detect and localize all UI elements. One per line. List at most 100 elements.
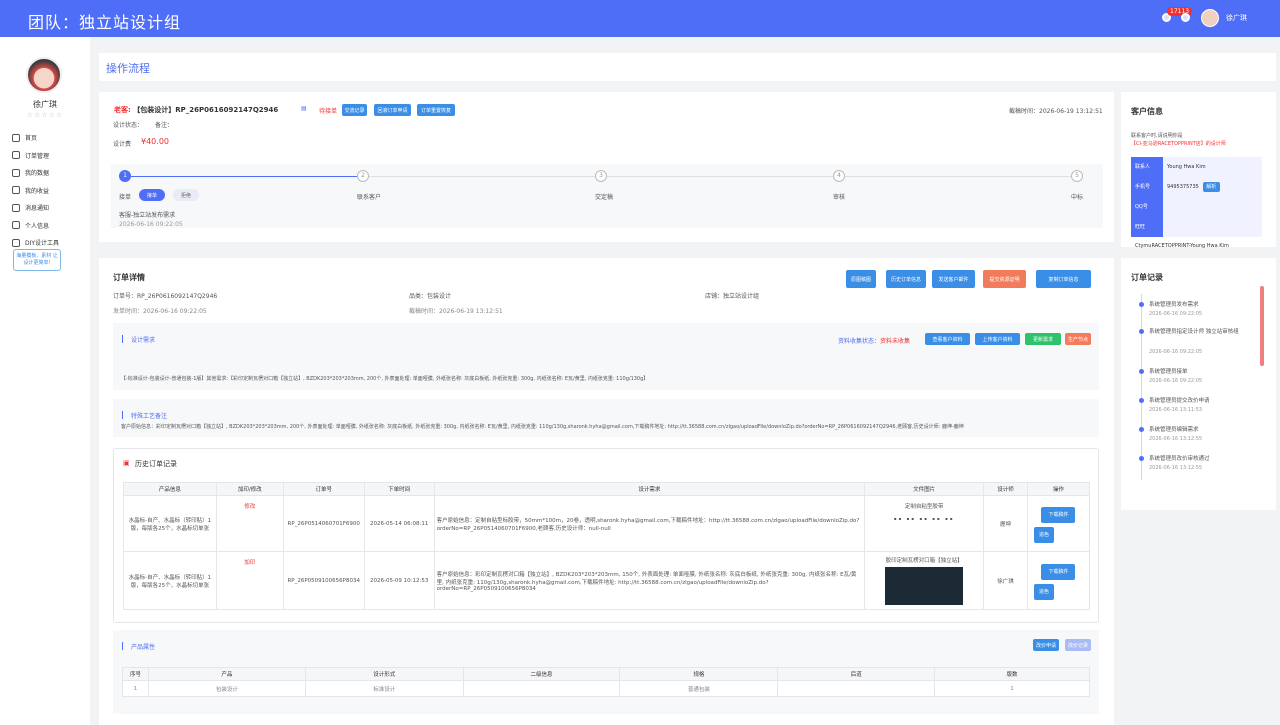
step-time: 2026-06-16 09:22:05: [119, 221, 183, 228]
money-icon: [12, 186, 20, 195]
record-text: 系统管理员编辑需求: [1149, 427, 1199, 433]
view-materials-button[interactable]: 查看客户资料: [925, 333, 970, 345]
cell-product: 水晶标-自产、水晶标（转印贴）1版，每版各25个，水晶标切单张: [123, 551, 217, 610]
sidebar-item-orders[interactable]: 订单管理: [12, 147, 88, 165]
parse-button[interactable]: 解析: [1202, 181, 1220, 192]
sidebar-item-label: 我的数据: [25, 170, 50, 178]
craft-text: 客户原始信息：彩印定制瓦楞对口箱【独立站】, BZDK203*203*203mm…: [121, 424, 964, 430]
copy-icon[interactable]: ▤: [301, 105, 307, 112]
profile-avatar: [26, 57, 62, 93]
cell-designer: 徐广琪: [983, 551, 1028, 610]
sidebar-item-data[interactable]: 我的数据: [12, 164, 88, 182]
cell-versions: 1: [934, 680, 1090, 697]
col-time: 下单时间: [363, 482, 435, 496]
download-button[interactable]: 下载稿件: [1041, 506, 1076, 523]
history-table: 产品信息 加印/修改 订单号 下单时间 设计需求 文件图片 设计师 操作 水晶标…: [123, 482, 1091, 610]
original-image-button[interactable]: 原图稿图: [846, 270, 876, 288]
production-node-button[interactable]: 生产节点: [1065, 333, 1091, 345]
record-text: 系统管理员发布需求: [1149, 302, 1199, 308]
col-product: 产品信息: [123, 482, 217, 496]
update-requirement-button[interactable]: 更新需求: [1025, 333, 1061, 345]
sidebar-item-home[interactable]: 首页: [12, 129, 88, 147]
step-label-1: 接单: [119, 194, 132, 201]
message-icon[interactable]: [1181, 13, 1190, 22]
sidebar-item-label: 订单管理: [25, 152, 50, 160]
fee-value: ¥40.00: [141, 137, 169, 146]
shop: 店铺：独立站设计组: [705, 293, 760, 300]
copy-order-button[interactable]: 复制订单信息: [1036, 270, 1091, 288]
cell-order-no: RP_26P0509100656P8034: [282, 551, 365, 610]
upload-materials-button[interactable]: 上传客户资料: [975, 333, 1020, 345]
step-2: 2: [357, 170, 369, 182]
user-name[interactable]: 徐广琪: [1226, 13, 1247, 23]
page-header: 操作流程: [99, 53, 1276, 81]
history-icon: ▣: [123, 459, 130, 467]
cell-index: 1: [122, 680, 149, 697]
chat-record-button[interactable]: 交流记录: [342, 104, 367, 116]
contact-rows: 联系人 Young Hwa Kim 手机号 9495375735 解析 QQ号 旺旺: [1131, 156, 1262, 237]
table-row: 1 包装设计 标准设计 普通包装 1: [122, 680, 1090, 697]
record-text: 系统管理员指定设计师 独立站审核组: [1149, 329, 1239, 335]
submit-proof-button[interactable]: 提交资源证明: [983, 270, 1026, 288]
reset-button[interactable]: 订单重置恢复: [417, 104, 455, 116]
price-change-button[interactable]: 改价申请: [1033, 639, 1059, 651]
file-thumbnail[interactable]: [885, 567, 964, 605]
sidebar-item-label: 消息通知: [25, 205, 50, 213]
customer-title: 客户信息: [1131, 107, 1163, 116]
record-time: 2026-06-16 13:12:55: [1149, 436, 1203, 442]
col-versions: 版数: [934, 667, 1090, 681]
table-row: 水晶标-自产、水晶标（转印贴）1版，每版各25个，水晶标切单张 修改 RP_26…: [123, 495, 1091, 552]
history-section: ▣ 历史订单记录 产品信息 加印/修改 订单号 下单时间 设计需求 文件图片 设…: [113, 448, 1099, 623]
cell-order-no: RP_26P0514060701F6900: [282, 495, 365, 552]
contact-value: Young Hwa Kim: [1163, 156, 1262, 177]
cell-post: [777, 680, 936, 697]
col-file: 文件图片: [864, 482, 985, 496]
download-button[interactable]: 下载稿件: [1041, 563, 1076, 580]
phone-value: 9495375735: [1167, 183, 1199, 190]
records-scrollbar[interactable]: [1260, 286, 1264, 366]
col-order-no: 订单号: [282, 482, 365, 496]
history-info-button[interactable]: 历史订单信息: [886, 270, 926, 288]
hint-shop: 【CI-亚马逊RACETOPPRINT店】的设计师: [1131, 141, 1226, 147]
accept-button[interactable]: 接单: [139, 189, 165, 201]
fee-label: 设计费: [113, 141, 132, 148]
step-1: 1: [119, 170, 131, 182]
sidebar-item-messages[interactable]: 消息通知: [12, 199, 88, 217]
col-type: 加印/修改: [215, 482, 284, 496]
color-chase-button[interactable]: 追色: [1033, 526, 1054, 543]
col-secondary: 二级信息: [462, 667, 621, 681]
sidebar-item-earnings[interactable]: 我的收益: [12, 182, 88, 200]
chart-icon: [12, 168, 20, 177]
rollback-button[interactable]: 回滚订单申请: [374, 104, 411, 116]
home-icon: [12, 133, 20, 142]
sidebar-item-profile[interactable]: 个人信息: [12, 217, 88, 235]
record-time: 2026-06-16 09:22:05: [1149, 311, 1203, 317]
history-title: 历史订单记录: [135, 460, 177, 468]
customer-footer: CtymuRACETOPPRINT-Young Hwa Kim: [1135, 243, 1229, 249]
requirement-text: 【-标准设计-包装设计-普通包装-1版】其他需求:【彩印定制瓦楞对口箱【独立站】…: [121, 376, 649, 382]
user-avatar[interactable]: [1201, 9, 1219, 27]
attributes-table: 序号 产品 设计形式 二级信息 规格 后道 版数 1 包装设计 标准设计 普通包…: [122, 667, 1090, 697]
monitor-icon: [12, 151, 20, 160]
step-3: 3: [595, 170, 607, 182]
tool-icon: [12, 238, 20, 247]
step-label-2: 联系客户: [357, 194, 382, 201]
color-chase-button[interactable]: 追色: [1033, 583, 1054, 600]
step-label-5: 中标: [1071, 194, 1084, 201]
phone-key: 手机号: [1131, 176, 1163, 197]
col-post: 后道: [777, 667, 936, 681]
order-title: 【包装设计】RP_26P0616092147Q2946: [133, 106, 279, 114]
cell-spec: 普通包装: [619, 680, 779, 697]
cell-action: 下载稿件追色: [1026, 551, 1091, 610]
file-thumbnails[interactable]: ▪▪ ▪▪ ▪▪ ▪▪ ▪▪: [867, 516, 981, 521]
template-promo[interactable]: 海量模板、素材 让设计更简单!: [13, 249, 61, 271]
col-requirement: 设计需求: [433, 482, 866, 496]
send-email-button[interactable]: 发送客户邮件: [932, 270, 975, 288]
price-record-button[interactable]: 改价记录: [1065, 639, 1091, 651]
col-index: 序号: [122, 667, 149, 681]
sidebar-item-label: DIY设计工具: [25, 240, 60, 248]
reject-button[interactable]: 拒绝: [173, 189, 199, 201]
collect-status: 资料收集状态：资料未收集: [838, 336, 910, 345]
records-title: 订单记录: [1131, 273, 1163, 282]
profile-name: 徐广琪: [33, 100, 57, 109]
